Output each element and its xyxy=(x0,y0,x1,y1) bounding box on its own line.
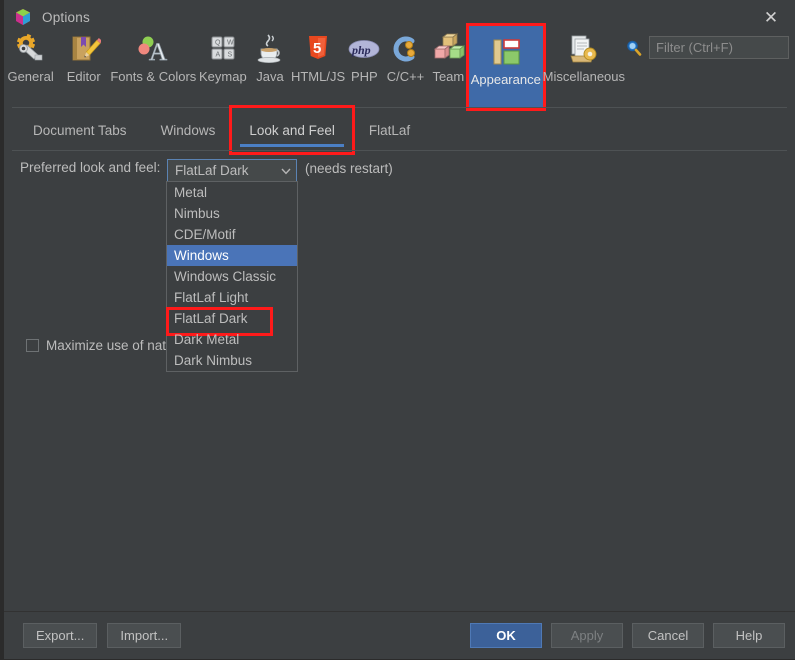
tab-flatlaf[interactable]: FlatLaf xyxy=(352,108,427,152)
ok-button[interactable]: OK xyxy=(470,623,542,648)
jetbrains-cube-icon xyxy=(14,8,32,26)
import-button[interactable]: Import... xyxy=(107,623,182,648)
option-label: Dark Metal xyxy=(174,332,240,347)
search-icon[interactable] xyxy=(625,39,643,57)
option-label: CDE/Motif xyxy=(174,227,236,242)
keyboard-keys-icon: Q W A S xyxy=(206,32,240,66)
option-label: Windows xyxy=(174,248,229,263)
maximize-native-checkbox[interactable] xyxy=(26,339,39,352)
dropdown-option-flatlaf-dark[interactable]: FlatLaf Dark xyxy=(166,307,297,336)
category-label: Miscellaneous xyxy=(542,69,626,84)
dropdown-option-metal[interactable]: Metal xyxy=(167,182,297,203)
palette-letter-a-icon: A xyxy=(136,32,170,66)
svg-text:S: S xyxy=(227,52,232,59)
php-elephant-icon: php xyxy=(347,32,381,66)
option-label: Dark Nimbus xyxy=(174,353,253,368)
tab-document-tabs[interactable]: Document Tabs xyxy=(16,108,144,152)
footer-left-buttons: Export... Import... xyxy=(23,623,182,648)
dropdown-option-windows-classic[interactable]: Windows Classic xyxy=(167,266,297,287)
options-dialog: Options ✕ General Editor A Fonts & Color… xyxy=(0,0,795,660)
category-editor[interactable]: Editor xyxy=(57,26,110,84)
needs-restart-note: (needs restart) xyxy=(305,161,393,176)
filter-area xyxy=(625,36,790,59)
option-label: FlatLaf Light xyxy=(174,290,249,305)
svg-text:W: W xyxy=(227,40,234,47)
chevron-down-icon[interactable] xyxy=(276,165,296,177)
category-keymap[interactable]: Q W A S Keymap xyxy=(196,26,249,84)
tab-bar: Document Tabs Windows Look and Feel Flat… xyxy=(4,105,795,155)
documents-gear-icon xyxy=(567,32,601,66)
category-toolbar: General Editor A Fonts & Colors Q W A S … xyxy=(4,23,795,111)
category-label: Appearance xyxy=(470,72,541,87)
category-appearance[interactable]: Appearance xyxy=(465,23,546,111)
book-pencil-icon xyxy=(67,32,102,66)
tabbar-bottom-divider xyxy=(12,150,787,151)
coffee-cup-icon xyxy=(253,32,287,66)
cancel-button[interactable]: Cancel xyxy=(632,623,704,648)
footer-right-buttons: OK Apply Cancel Help xyxy=(470,623,785,648)
dropdown-option-windows[interactable]: Windows xyxy=(167,245,297,266)
look-and-feel-combobox[interactable]: FlatLaf Dark xyxy=(167,159,297,182)
maximize-native-label: Maximize use of nati xyxy=(46,338,170,353)
tab-label: Document Tabs xyxy=(33,122,127,138)
appearance-layout-icon xyxy=(489,35,523,69)
c-plus-plus-icon xyxy=(388,32,422,66)
category-label: Fonts & Colors xyxy=(110,69,197,84)
svg-text:A: A xyxy=(149,39,167,66)
search-input[interactable] xyxy=(649,36,790,59)
tab-label: Look and Feel xyxy=(249,122,335,138)
dialog-footer: Export... Import... OK Apply Cancel Help xyxy=(4,612,795,659)
dropdown-option-nimbus[interactable]: Nimbus xyxy=(167,203,297,224)
category-fonts-colors[interactable]: A Fonts & Colors xyxy=(110,26,196,84)
category-label: PHP xyxy=(350,69,378,84)
dropdown-option-flatlaf-light[interactable]: FlatLaf Light xyxy=(167,287,297,308)
export-button[interactable]: Export... xyxy=(23,623,98,648)
category-php[interactable]: php PHP xyxy=(345,26,383,84)
combobox-value: FlatLaf Dark xyxy=(175,163,249,178)
window-title: Options xyxy=(42,9,90,25)
tab-look-and-feel[interactable]: Look and Feel xyxy=(229,105,355,155)
dropdown-option-dark-metal[interactable]: Dark Metal xyxy=(167,329,297,350)
category-team[interactable]: Team xyxy=(428,26,469,84)
html5-shield-icon: 5 xyxy=(301,32,335,66)
apply-button[interactable]: Apply xyxy=(551,623,623,648)
category-label: Java xyxy=(256,69,284,84)
team-blocks-icon xyxy=(431,32,466,66)
option-label: Windows Classic xyxy=(174,269,277,284)
category-label: Team xyxy=(432,69,465,84)
category-label: HTML/JS xyxy=(290,69,346,84)
look-and-feel-dropdown-list: Metal Nimbus CDE/Motif Windows Windows C… xyxy=(166,181,298,372)
help-button[interactable]: Help xyxy=(713,623,785,648)
category-java[interactable]: Java xyxy=(249,26,290,84)
category-miscellaneous[interactable]: Miscellaneous xyxy=(543,26,625,84)
gear-wrench-icon xyxy=(14,32,48,66)
category-label: General xyxy=(7,69,54,84)
option-label: FlatLaf Dark xyxy=(174,311,248,326)
preferred-laf-row: Preferred look and feel: xyxy=(20,160,160,175)
svg-text:Q: Q xyxy=(215,40,221,47)
option-label: Nimbus xyxy=(174,206,220,221)
dropdown-option-dark-nimbus[interactable]: Dark Nimbus xyxy=(167,350,297,371)
category-label: Editor xyxy=(66,69,101,84)
settings-panel: Preferred look and feel: Maximize use of… xyxy=(4,152,795,611)
tab-windows[interactable]: Windows xyxy=(144,108,233,152)
maximize-native-row: Maximize use of nati xyxy=(26,338,169,353)
dropdown-option-cde-motif[interactable]: CDE/Motif xyxy=(167,224,297,245)
category-c-cpp[interactable]: C/C++ xyxy=(383,26,428,84)
tab-label: Windows xyxy=(160,122,216,138)
svg-text:php: php xyxy=(351,43,371,57)
category-label: Keymap xyxy=(199,69,247,84)
preferred-laf-label: Preferred look and feel: xyxy=(20,160,161,175)
category-label: C/C++ xyxy=(386,69,425,84)
category-html-js[interactable]: 5 HTML/JS xyxy=(291,26,346,84)
svg-text:5: 5 xyxy=(313,40,321,57)
tab-label: FlatLaf xyxy=(368,122,411,138)
option-label: Metal xyxy=(174,185,208,200)
svg-text:A: A xyxy=(215,52,220,59)
category-general[interactable]: General xyxy=(4,26,57,84)
